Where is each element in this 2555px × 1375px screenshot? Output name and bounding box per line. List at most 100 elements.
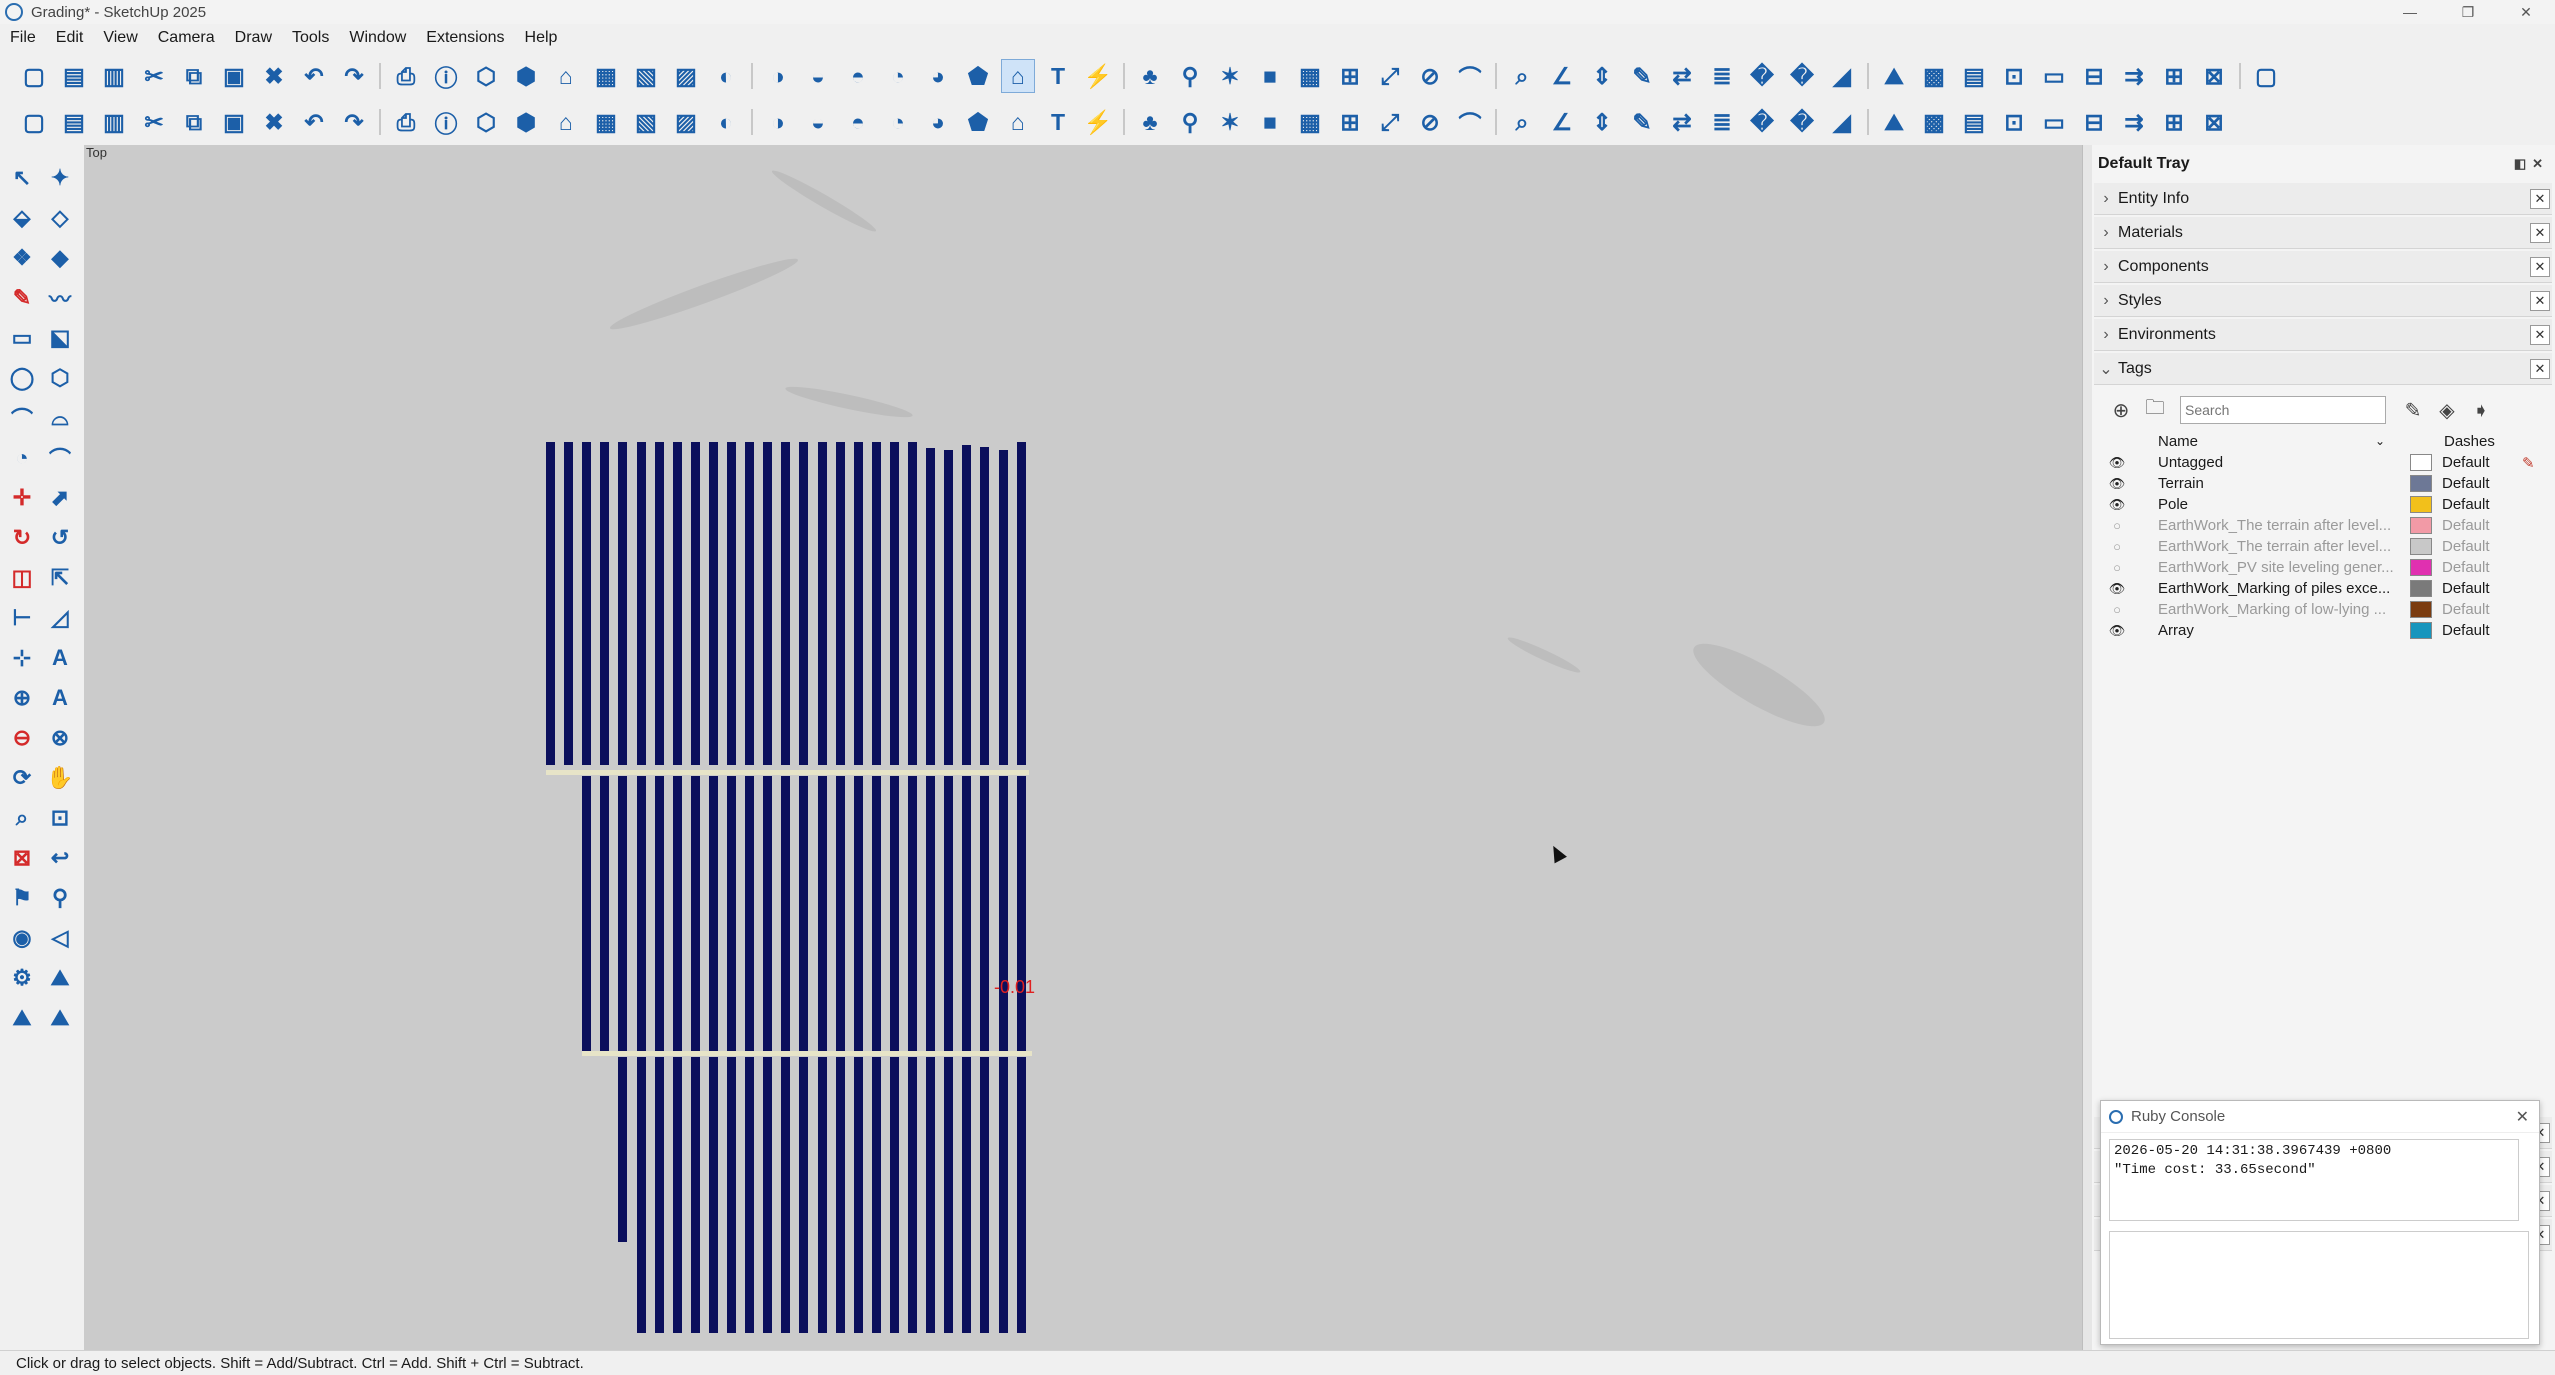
- pv-panel-row[interactable]: [799, 776, 809, 1054]
- tray-section-environments[interactable]: › Environments ✕: [2094, 319, 2552, 351]
- wind-icon[interactable]: ▭: [2037, 59, 2071, 93]
- 3d-text-tool-icon[interactable]: A: [42, 680, 78, 716]
- cross-icon[interactable]: ⇉: [2117, 105, 2151, 139]
- pv-panel-row[interactable]: [817, 442, 827, 765]
- spark-icon[interactable]: ⬢: [509, 105, 543, 139]
- tag-dashes[interactable]: Default: [2442, 601, 2490, 618]
- shaded-textures-icon[interactable]: ⬟: [961, 59, 995, 93]
- spark2-icon[interactable]: ⌂: [549, 105, 583, 139]
- pan-tool-icon[interactable]: ✋: [42, 760, 78, 796]
- xray-icon[interactable]: ◑: [761, 59, 795, 93]
- layers-icon[interactable]: �: [1745, 59, 1779, 93]
- hook-icon[interactable]: ▦: [589, 105, 623, 139]
- rectangle-tool-icon[interactable]: ▭: [4, 320, 40, 356]
- pv-panel-row[interactable]: [817, 776, 827, 1054]
- terrain-icon[interactable]: ⛰: [1877, 59, 1911, 93]
- pv-panel-row[interactable]: [672, 1057, 682, 1333]
- swap-icon[interactable]: ≣: [1705, 59, 1739, 93]
- lasso-tool-icon[interactable]: ✦: [42, 160, 78, 196]
- tag-color-swatch[interactable]: [2410, 580, 2432, 597]
- axes-tool-icon[interactable]: ⊕: [4, 680, 40, 716]
- cable-icon[interactable]: ▨: [669, 105, 703, 139]
- undo-icon[interactable]: ↶: [297, 59, 331, 93]
- pv-panel-row[interactable]: [672, 776, 682, 1054]
- tree-icon[interactable]: ⚲: [1173, 59, 1207, 93]
- pv-panel-row[interactable]: [853, 442, 863, 765]
- frame-icon[interactable]: ✂: [137, 105, 171, 139]
- pv-panel-row[interactable]: [618, 442, 628, 765]
- cut-icon[interactable]: ✂: [137, 59, 171, 93]
- pv-panel-row[interactable]: [853, 1057, 863, 1333]
- ruby-input[interactable]: [2109, 1231, 2529, 1339]
- pv-panel-row[interactable]: [654, 776, 664, 1054]
- pv-panel-row[interactable]: [763, 442, 773, 765]
- ghost-icon[interactable]: ⌒: [1453, 105, 1487, 139]
- delete-icon[interactable]: ⓘ: [429, 105, 463, 139]
- compass-icon[interactable]: ⊟: [2077, 59, 2111, 93]
- module-icon[interactable]: ↶: [297, 105, 331, 139]
- tag-color-swatch[interactable]: [2410, 496, 2432, 513]
- move-tool-icon[interactable]: ✛: [4, 480, 40, 516]
- menu-tools[interactable]: Tools: [282, 29, 339, 47]
- close-icon[interactable]: ✕: [2497, 0, 2555, 24]
- pv-panel-row[interactable]: [690, 776, 700, 1054]
- tag-name[interactable]: EarthWork_Marking of low-lying ...: [2158, 601, 2398, 618]
- pv-panel-row[interactable]: [835, 442, 845, 765]
- tag-color-swatch[interactable]: [2410, 559, 2432, 576]
- tag-color-swatch[interactable]: [2410, 538, 2432, 555]
- hidden-line-icon[interactable]: ◔: [881, 59, 915, 93]
- cube-icon[interactable]: ▦: [1293, 59, 1327, 93]
- image-icon[interactable]: ✶: [1213, 105, 1247, 139]
- frame-icon[interactable]: ▢: [2249, 59, 2283, 93]
- cloud-icon[interactable]: ⚡: [1081, 105, 1115, 139]
- tape-tool-icon[interactable]: ⊢: [4, 600, 40, 636]
- pv-panel-row[interactable]: [944, 776, 954, 1054]
- tag-color-swatch[interactable]: [2410, 517, 2432, 534]
- pv-panel-row[interactable]: [799, 442, 809, 765]
- follow-me-tool-icon[interactable]: ↺: [42, 520, 78, 556]
- pv-panel-row[interactable]: [926, 1057, 936, 1333]
- mountain-icon[interactable]: ⧉: [177, 105, 211, 139]
- chevron-right-icon[interactable]: ›: [2094, 326, 2118, 344]
- tag-dashes[interactable]: Default: [2442, 475, 2490, 492]
- pv-panel-row[interactable]: [690, 1057, 700, 1333]
- pv-panel-row[interactable]: [908, 442, 917, 765]
- tray-section-tags[interactable]: ⌄ Tags ✕: [2094, 353, 2552, 385]
- visible-eye-icon[interactable]: 👁: [2108, 455, 2126, 471]
- export-icon[interactable]: �: [1745, 105, 1779, 139]
- dropbox-icon[interactable]: ⊘: [1413, 105, 1447, 139]
- back-icon[interactable]: ▧: [629, 59, 663, 93]
- pv-panel-row[interactable]: [708, 776, 718, 1054]
- select-icon[interactable]: ◓: [841, 105, 875, 139]
- col-name-header[interactable]: Name: [2158, 433, 2198, 450]
- text-tool-icon[interactable]: A: [42, 640, 78, 676]
- pv-panel-row[interactable]: [600, 776, 610, 1054]
- pv-panel-row[interactable]: [926, 448, 936, 765]
- pv-panel-row[interactable]: [618, 1057, 628, 1242]
- tag-row[interactable]: 👁 EarthWork_Marking of piles exce... Defau…: [2092, 578, 2555, 599]
- hidden-eye-icon[interactable]: ○: [2108, 560, 2126, 575]
- tag-name[interactable]: EarthWork_PV site leveling gener...: [2158, 559, 2398, 576]
- hidden-eye-icon[interactable]: ○: [2108, 518, 2126, 533]
- tag-name[interactable]: Pole: [2158, 496, 2398, 513]
- help-icon[interactable]: �: [1785, 105, 1819, 139]
- pv-panel-row[interactable]: [546, 442, 555, 765]
- auto-icon[interactable]: ⇉: [2117, 59, 2151, 93]
- tag-dashes[interactable]: Default: [2442, 496, 2490, 513]
- print-icon[interactable]: ⎙: [389, 59, 423, 93]
- pv-panel-row[interactable]: [708, 442, 718, 765]
- tag-dashes[interactable]: Default: [2442, 538, 2490, 555]
- angle-icon[interactable]: ⇕: [1585, 59, 1619, 93]
- pv-panel-row[interactable]: [781, 442, 791, 765]
- wave-icon[interactable]: ◒: [801, 105, 835, 139]
- monochrome-icon[interactable]: ⌂: [1001, 59, 1035, 93]
- zoom-window-tool-icon[interactable]: ⊡: [42, 800, 78, 836]
- pv-panel-row[interactable]: [1016, 442, 1026, 765]
- tower-icon[interactable]: ■: [1253, 59, 1287, 93]
- menu-camera[interactable]: Camera: [148, 29, 225, 47]
- plus-box-icon[interactable]: T: [1041, 105, 1075, 139]
- menu-extensions[interactable]: Extensions: [416, 29, 514, 47]
- section-plane-tool-icon[interactable]: ◁: [42, 920, 78, 956]
- rotated-rect-tool-icon[interactable]: ⬕: [42, 320, 78, 356]
- pv-panel-row[interactable]: [708, 1057, 718, 1333]
